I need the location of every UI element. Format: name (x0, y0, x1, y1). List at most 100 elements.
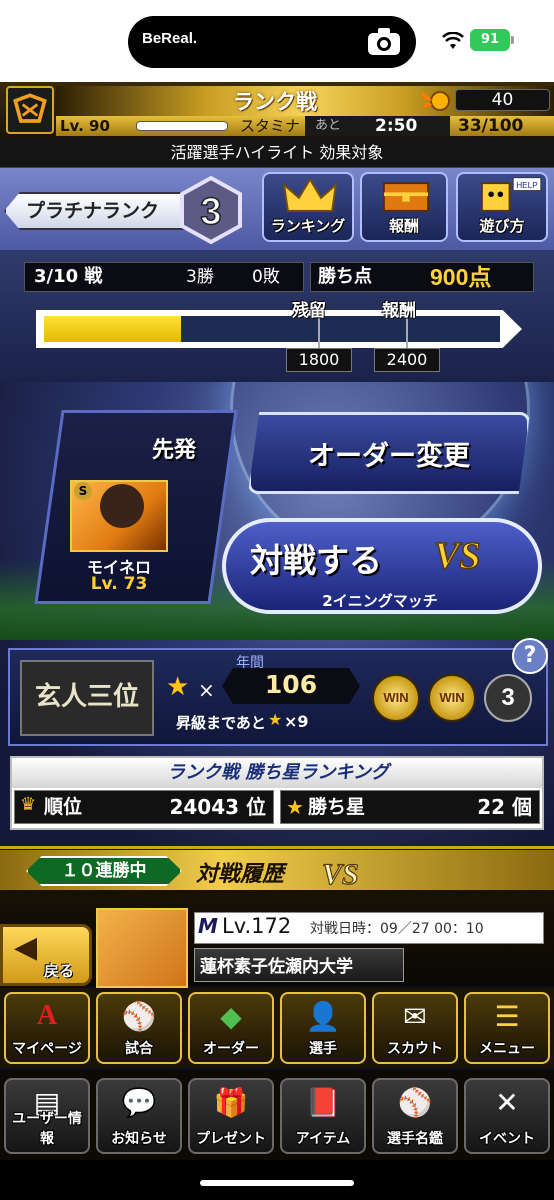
promotion-count: ×9 (284, 712, 309, 731)
battle-label: 対戦する (250, 541, 382, 580)
catalog-icon: ⚾ (397, 1086, 433, 1119)
win-badge: WIN (428, 674, 476, 722)
loss-count: 0敗 (252, 267, 280, 287)
baseball-icon: ⚾ (121, 1000, 157, 1033)
vs-logo-icon: VS (433, 534, 481, 578)
nav-label: スカウト (387, 1041, 443, 1057)
nav-label: プレゼント (196, 1131, 266, 1147)
starter-label: 先発 (152, 438, 197, 463)
opponent-team-icon: M (198, 914, 218, 938)
crown-icon (282, 177, 338, 212)
order-change-label: オーダー変更 (308, 441, 470, 472)
nav-order[interactable]: ◆ オーダー (188, 992, 274, 1064)
stay-threshold-value: 1800 (286, 348, 352, 372)
stamina-value: 33/100 (458, 116, 524, 136)
help-character-icon: HELP (481, 177, 542, 212)
promotion-text: 昇級まであと (176, 714, 266, 732)
streak-text: １０連勝中 (61, 861, 147, 881)
team-logo-icon[interactable] (6, 86, 54, 134)
exp-gauge (136, 121, 228, 131)
item-book-icon: 📕 (305, 1086, 341, 1119)
player-card-level: Lv. 73 (90, 574, 148, 594)
nav-label: イベント (479, 1131, 535, 1147)
reward-label: 報酬 (388, 217, 419, 235)
nav-menu[interactable]: ☰ メニュー (464, 992, 550, 1064)
reward-threshold-value: 2400 (374, 348, 440, 372)
how-to-play-button[interactable]: HELP 遊び方 (456, 172, 548, 242)
ranking-title: ランク戦 勝ち星ランキング (167, 762, 389, 783)
nav-label: メニュー (479, 1041, 535, 1057)
star-multiplier: × (198, 678, 215, 702)
match-type: 2イニングマッチ (322, 592, 438, 610)
battery-level: 91 (470, 29, 510, 51)
ranking-label: ランキング (270, 217, 346, 235)
stamina-timer: 2:50 (375, 116, 418, 136)
treasure-chest-icon (383, 182, 429, 212)
star-small-icon: ★ (286, 795, 304, 819)
ranking-button[interactable]: ランキング (262, 172, 354, 242)
win-count: 3勝 (186, 267, 214, 287)
battery-tip (511, 36, 514, 44)
help-badge: HELP (516, 181, 538, 190)
status-time: 0:17 (48, 28, 93, 53)
how-to-play-label: 遊び方 (479, 217, 525, 235)
camera-icon (368, 28, 400, 55)
points-gauge-fill (44, 316, 181, 342)
nav-present[interactable]: 🎁 プレゼント (188, 1078, 274, 1154)
nav-label: 選手 (309, 1041, 337, 1057)
vs-text: VS (434, 535, 480, 577)
highlight-notice: 活躍選手ハイライト 効果対象 (0, 138, 554, 168)
coin-count: 40 (455, 89, 550, 111)
battle-count: 3/10 戦 (34, 266, 103, 287)
rarity-badge: S (74, 482, 92, 500)
nav-label: アイテム (295, 1131, 351, 1147)
star-icon: ★ (166, 672, 190, 702)
nav-label: 選手名鑑 (387, 1131, 443, 1147)
nav-mypage[interactable]: A マイページ (4, 992, 90, 1064)
promotion-star-icon: ★ (268, 710, 283, 729)
history-title: 対戦履歴 (196, 862, 285, 887)
nav-label: 試合 (125, 1041, 153, 1057)
help-button[interactable]: ? (512, 638, 548, 674)
nav-scout[interactable]: ✉ スカウト (372, 992, 458, 1064)
nav-user-info[interactable]: ▤ ユーザー情報 (4, 1078, 90, 1154)
crown-small-icon: ♛ (20, 794, 37, 815)
player-icon: 👤 (305, 1000, 341, 1033)
vs-small-icon: VS (321, 857, 359, 891)
nav-label: マイページ (12, 1041, 82, 1057)
player-avatar (100, 484, 144, 528)
back-label: 戻る (44, 962, 75, 980)
player-level: Lv. 90 (60, 117, 110, 135)
nav-player[interactable]: 👤 選手 (280, 992, 366, 1064)
nav-player-catalog[interactable]: ⚾ 選手名鑑 (372, 1078, 458, 1154)
win-remaining-badge: 3 (484, 674, 532, 722)
stay-threshold-marker (318, 318, 320, 352)
rank-number: 3 (200, 191, 221, 233)
stamina-label: スタミナ (240, 117, 301, 135)
reward-threshold-marker (406, 318, 408, 352)
back-arrow-icon: ◀ (14, 930, 38, 965)
nav-news[interactable]: 💬 お知らせ (96, 1078, 182, 1154)
menu-icon: ☰ (494, 1000, 520, 1033)
history-vs-text: VS (322, 858, 359, 891)
mode-title: ランク戦 (233, 90, 317, 114)
stamina-remaining-label: あと (315, 118, 342, 133)
opponent-date: 対戦日時：09／27 00：10 (310, 921, 484, 937)
nav-label: お知らせ (111, 1131, 167, 1147)
wins-value: 22 個 (477, 795, 532, 819)
nav-item[interactable]: 📕 アイテム (280, 1078, 366, 1154)
reward-button[interactable]: 報酬 (360, 172, 448, 242)
nav-event[interactable]: ✕ イベント (464, 1078, 550, 1154)
opponent-player-card[interactable] (96, 908, 188, 988)
nav-label: オーダー (203, 1041, 259, 1057)
nav-label: ユーザー情報 (12, 1111, 82, 1147)
star-count: 106 (264, 670, 318, 699)
rank-position-label: 順位 (44, 796, 83, 818)
scout-icon: ✉ (403, 1000, 427, 1033)
diamond-icon: ◆ (220, 1000, 242, 1033)
opponent-level: Lv.172 (222, 914, 292, 938)
rank-name: プラチナランク (26, 201, 160, 222)
nav-game[interactable]: ⚾ 試合 (96, 992, 182, 1064)
news-icon: 💬 (121, 1086, 157, 1119)
dynamic-island: BeReal. (128, 16, 416, 68)
